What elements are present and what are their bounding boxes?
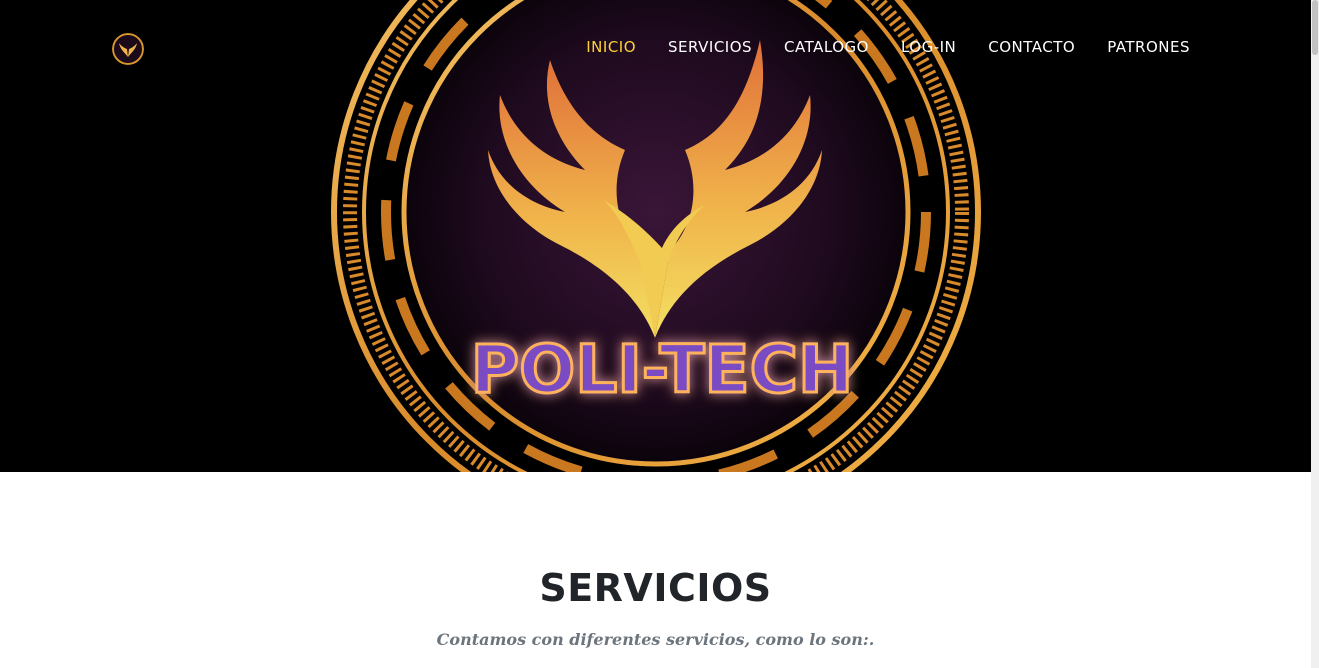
section-subheading: Contamos con diferentes servicios, como …: [436, 630, 875, 649]
services-section: SERVICIOS Contamos con diferentes servic…: [0, 472, 1311, 668]
main-navbar: INICIO SERVICIOS CATALOGO LOG-IN CONTACT…: [0, 0, 1311, 94]
nav-links: INICIO SERVICIOS CATALOGO LOG-IN CONTACT…: [570, 36, 1206, 58]
nav-link-catalogo[interactable]: CATALOGO: [768, 36, 885, 58]
brand-logo-icon[interactable]: [112, 33, 144, 65]
emblem-wordmark: POLI-TECH: [471, 331, 854, 408]
hero-banner: POLI-TECH INICIO SERVICIOS CATALOGO LOG-…: [0, 0, 1311, 472]
nav-link-login[interactable]: LOG-IN: [885, 36, 972, 58]
page-scrollbar[interactable]: [1311, 0, 1319, 668]
nav-link-servicios[interactable]: SERVICIOS: [652, 36, 768, 58]
nav-link-inicio[interactable]: INICIO: [570, 36, 652, 58]
scrollbar-thumb[interactable]: [1312, 0, 1318, 55]
page-viewport: POLI-TECH INICIO SERVICIOS CATALOGO LOG-…: [0, 0, 1311, 668]
section-heading: SERVICIOS: [539, 566, 772, 610]
nav-link-patrones[interactable]: PATRONES: [1091, 36, 1206, 58]
nav-link-contacto[interactable]: CONTACTO: [972, 36, 1091, 58]
